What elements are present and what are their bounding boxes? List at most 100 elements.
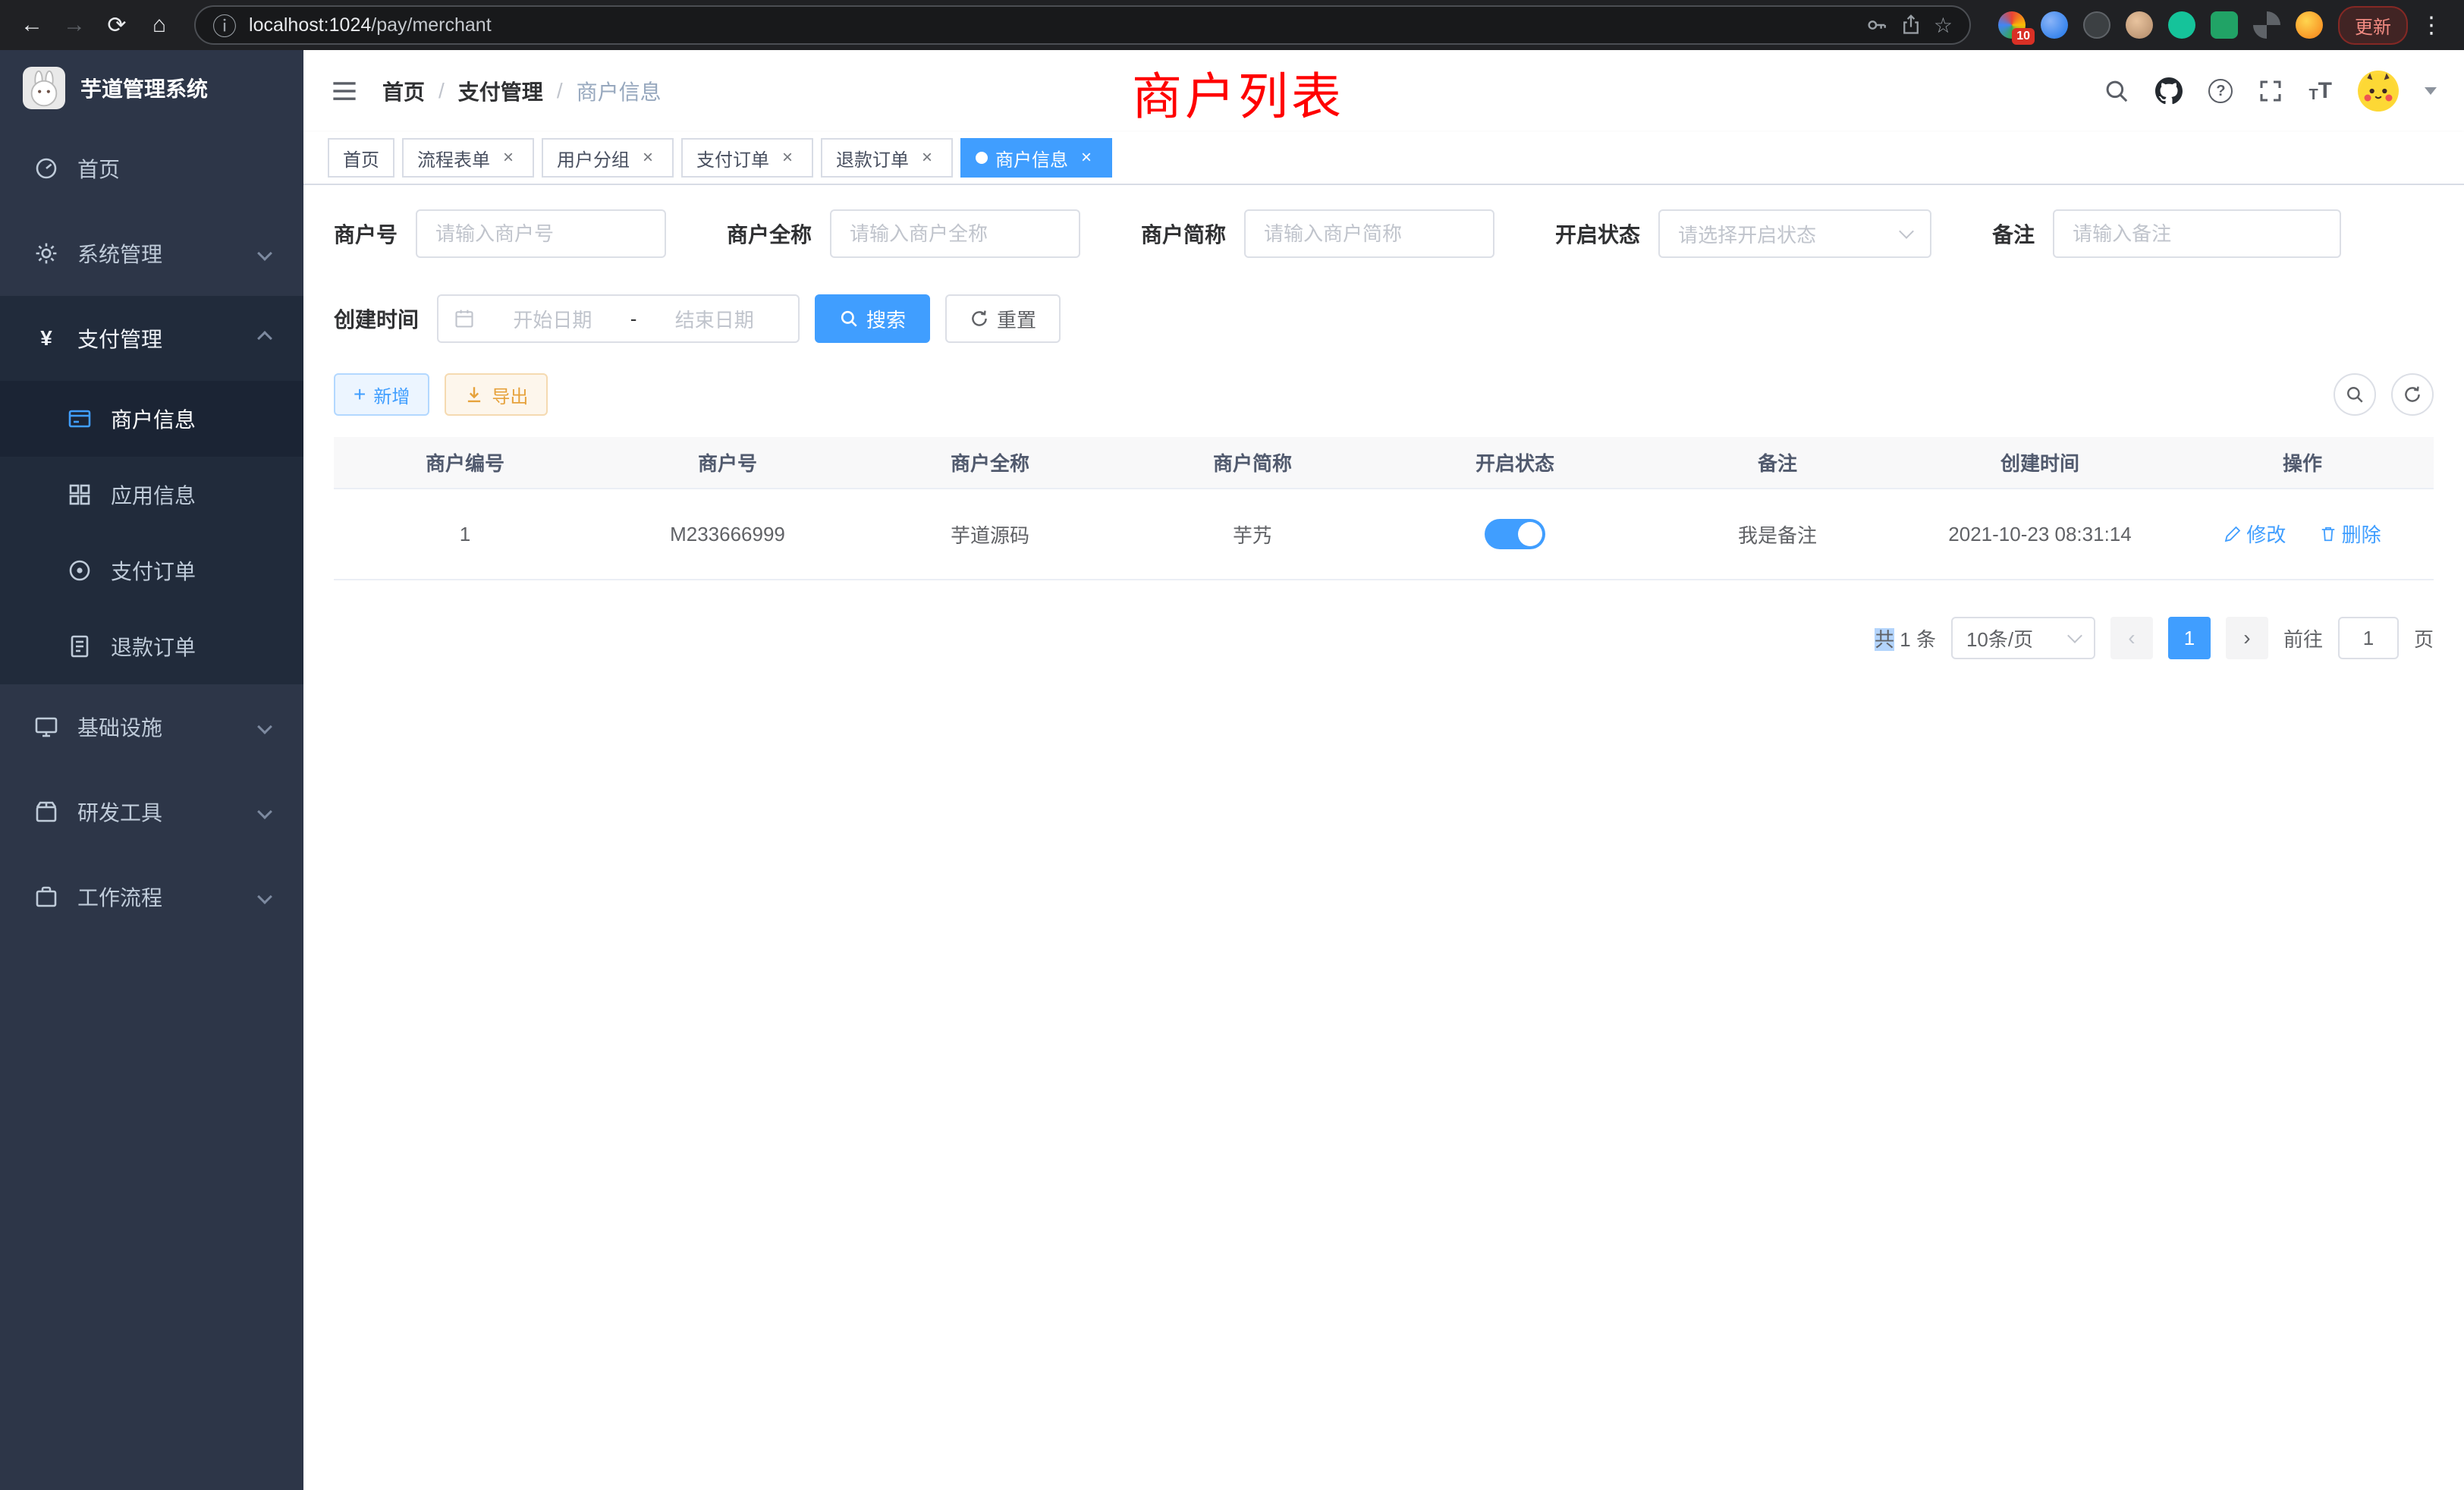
cell-status	[1384, 489, 1646, 580]
add-button[interactable]: + 新增	[334, 373, 429, 416]
search-button[interactable]: 搜索	[815, 294, 930, 343]
merchant-short-label: 商户简称	[1141, 218, 1226, 249]
close-icon[interactable]: ×	[637, 147, 658, 168]
merchant-short-input[interactable]	[1244, 209, 1494, 258]
merchant-table: 商户编号 商户号 商户全称 商户简称 开启状态 备注 创建时间 操作 1 M23…	[334, 437, 2434, 580]
tab-pay-orders[interactable]: 支付订单 ×	[681, 138, 813, 178]
tag-tabs-bar: 首页 流程表单× 用户分组× 支付订单 × 退款订单× 商户信息×	[303, 132, 2464, 185]
cell-merchant-id: 1	[334, 489, 596, 580]
prev-page-button[interactable]: ‹	[2110, 617, 2153, 659]
status-select[interactable]: 请选择开启状态	[1658, 209, 1931, 258]
sidebar-item-label: 基础设施	[77, 712, 162, 742]
sidebar-item-pay-orders[interactable]: 支付订单	[0, 533, 303, 608]
tab-merchant-info[interactable]: 商户信息×	[960, 138, 1112, 178]
url-host: localhost:1024	[249, 14, 371, 36]
export-button[interactable]: 导出	[445, 373, 548, 416]
browser-update-button[interactable]: 更新	[2338, 6, 2408, 45]
create-time-range-picker[interactable]: 开始日期 - 结束日期	[437, 294, 800, 343]
tab-refund-orders[interactable]: 退款订单×	[821, 138, 953, 178]
key-icon[interactable]	[1865, 14, 1888, 36]
sidebar-item-system[interactable]: 系统管理	[0, 211, 303, 296]
toggle-knob	[1518, 522, 1542, 546]
sidebar-item-refund-orders[interactable]: 退款订单	[0, 608, 303, 684]
sidebar-item-workflow[interactable]: 工作流程	[0, 854, 303, 939]
goto-page-input[interactable]	[2338, 617, 2399, 659]
bookmark-star-icon[interactable]: ☆	[1934, 13, 1953, 38]
chevron-down-icon	[1899, 224, 1914, 239]
merchant-name-input[interactable]	[830, 209, 1080, 258]
sidebar-item-infrastructure[interactable]: 基础设施	[0, 684, 303, 769]
remark-input[interactable]	[2053, 209, 2341, 258]
user-avatar[interactable]	[2358, 71, 2399, 112]
date-start-placeholder[interactable]: 开始日期	[484, 305, 621, 333]
show-search-button[interactable]	[2334, 373, 2376, 416]
refresh-button[interactable]	[2391, 373, 2434, 416]
sidebar-toggle-icon[interactable]	[331, 77, 358, 105]
sidebar-item-home[interactable]: 首页	[0, 126, 303, 211]
extension-green-square-icon[interactable]	[2211, 11, 2238, 39]
extension-pinwheel-icon[interactable]	[2253, 11, 2280, 39]
sidebar-item-label: 工作流程	[77, 882, 162, 912]
reset-button[interactable]: 重置	[945, 294, 1061, 343]
chevron-down-icon	[2067, 628, 2082, 643]
chevron-down-icon	[257, 889, 272, 904]
refund-doc-icon	[67, 633, 93, 659]
delete-link[interactable]: 删除	[2319, 520, 2381, 548]
extension-avatar-icon[interactable]	[2126, 11, 2153, 39]
url-bar[interactable]: ⓘ localhost:1024/pay/merchant ☆	[194, 5, 1971, 45]
sidebar-item-app-info[interactable]: 应用信息	[0, 457, 303, 533]
breadcrumb-payment[interactable]: 支付管理	[458, 76, 543, 106]
page-size-select[interactable]: 10条/页	[1951, 617, 2095, 659]
breadcrumb-current: 商户信息	[577, 76, 662, 106]
sidebar-item-label: 支付管理	[77, 323, 162, 354]
edit-link-label: 修改	[2246, 520, 2286, 548]
chevron-down-icon	[257, 804, 272, 819]
extension-green-circle-icon[interactable]	[2168, 11, 2195, 39]
sidebar-item-merchant-info[interactable]: 商户信息	[0, 381, 303, 457]
reload-icon[interactable]: ⟳	[97, 5, 137, 45]
merchant-card-icon	[67, 406, 93, 432]
breadcrumb-home[interactable]: 首页	[382, 76, 425, 106]
close-icon[interactable]: ×	[1076, 147, 1097, 168]
total-suffix: 条	[1916, 628, 1936, 651]
share-icon[interactable]	[1900, 14, 1922, 36]
filter-row-1: 商户号 商户全称 商户简称 开启状态 请选择开启状态	[334, 209, 2434, 258]
tab-home[interactable]: 首页	[328, 138, 394, 178]
avatar-caret-icon[interactable]	[2425, 87, 2437, 95]
logo[interactable]: 芋道管理系统	[0, 50, 303, 126]
table-row: 1 M233666999 芋道源码 芋艿 我是备注 2021-10-23 08:…	[334, 489, 2434, 580]
next-page-button[interactable]: ›	[2226, 617, 2268, 659]
fullscreen-icon[interactable]	[2258, 79, 2283, 103]
extension-blue-pin-icon[interactable]	[2041, 11, 2068, 39]
page-size-value: 10条/页	[1966, 624, 2033, 652]
edit-link[interactable]: 修改	[2224, 520, 2286, 548]
close-icon[interactable]: ×	[777, 147, 798, 168]
chevron-down-icon	[257, 719, 272, 734]
date-end-placeholder[interactable]: 结束日期	[646, 305, 783, 333]
close-icon[interactable]: ×	[916, 147, 938, 168]
back-icon[interactable]: ←	[12, 5, 52, 45]
tab-label: 支付订单	[696, 145, 769, 171]
extension-emoji-avatar-icon[interactable]	[2296, 11, 2323, 39]
table-header-row: 商户编号 商户号 商户全称 商户简称 开启状态 备注 创建时间 操作	[334, 437, 2434, 489]
extension-dark-icon[interactable]	[2083, 11, 2110, 39]
status-toggle[interactable]	[1485, 519, 1545, 549]
github-icon[interactable]	[2155, 77, 2183, 105]
home-icon[interactable]: ⌂	[140, 5, 179, 45]
sidebar-item-devtools[interactable]: 研发工具	[0, 769, 303, 854]
tab-user-group[interactable]: 用户分组×	[542, 138, 674, 178]
close-icon[interactable]: ×	[498, 147, 519, 168]
extension-colorful-icon[interactable]: 10	[1998, 11, 2026, 39]
browser-menu-icon[interactable]: ⋮	[2411, 12, 2452, 39]
help-icon[interactable]: ?	[2208, 79, 2233, 103]
merchant-no-input[interactable]	[416, 209, 666, 258]
total-prefix: 共	[1875, 628, 1894, 651]
page-number-1[interactable]: 1	[2168, 617, 2211, 659]
tab-process-form[interactable]: 流程表单×	[402, 138, 534, 178]
forward-icon[interactable]: →	[55, 5, 94, 45]
sidebar-item-payment[interactable]: ¥ 支付管理	[0, 296, 303, 381]
search-icon[interactable]	[2104, 78, 2129, 104]
merchant-name-label: 商户全称	[727, 218, 812, 249]
info-icon[interactable]: ⓘ	[212, 8, 237, 42]
font-size-icon[interactable]: TT	[2308, 80, 2332, 102]
